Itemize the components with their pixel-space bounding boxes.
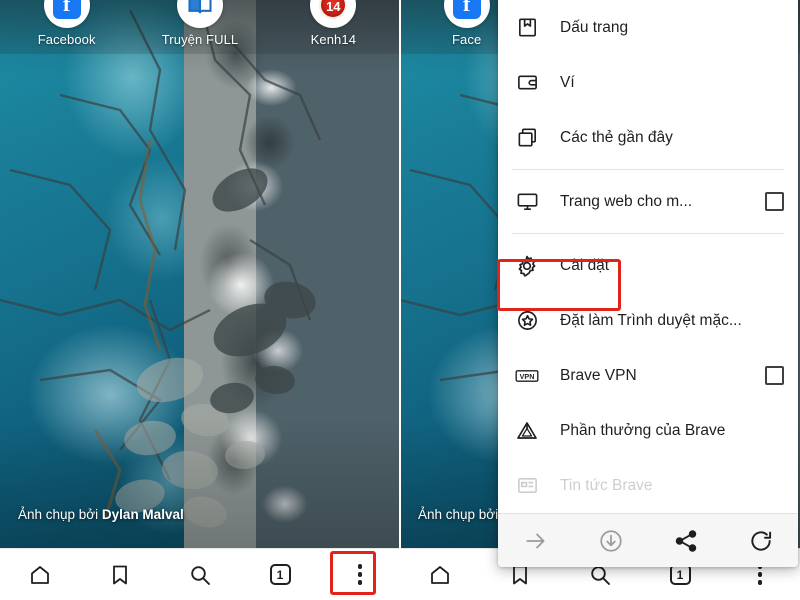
bookmark-ribbon-icon (514, 15, 540, 41)
menu-item-brave-news[interactable]: Tin tức Brave (498, 458, 798, 513)
nav-menu-button[interactable] (320, 549, 400, 600)
menu-item-set-default-browser[interactable]: Đặt làm Trình duyệt mặc... (498, 293, 798, 348)
home-icon (28, 563, 52, 587)
menu-item-settings[interactable]: Cài đặt (498, 238, 798, 293)
right-phone-screen: f Face Ảnh chụp bởi Dấu trang Ví Các thẻ… (400, 0, 800, 600)
menu-item-label: Cài đặt (560, 256, 610, 274)
nav-search-button[interactable] (160, 549, 240, 600)
menu-item-label: Brave VPN (560, 366, 637, 384)
nav-home-button[interactable] (0, 549, 80, 600)
home-shortcut-label: Kenh14 (310, 32, 357, 47)
reload-icon (748, 528, 774, 554)
photo-credit-right: Ảnh chụp bởi (418, 507, 498, 522)
facebook-icon: f (43, 0, 90, 28)
menu-item-wallet[interactable]: Ví (498, 55, 798, 110)
menu-item-label: Phần thưởng của Brave (560, 421, 726, 439)
home-shortcut-kenh14[interactable]: 14 Kenh14 (267, 0, 400, 54)
menu-item-brave-rewards[interactable]: Phần thưởng của Brave (498, 403, 798, 458)
search-icon (188, 563, 212, 587)
desktop-site-checkbox[interactable] (765, 192, 784, 211)
menu-item-desktop-site[interactable]: Trang web cho m... (498, 174, 798, 229)
kebab-menu-icon (757, 564, 763, 585)
menu-item-label: Tin tức Brave (560, 476, 653, 494)
bookmark-icon (108, 563, 132, 587)
photo-credit: Ảnh chụp bởi Dylan Malval (18, 507, 184, 522)
kebab-menu-icon (357, 564, 363, 585)
overflow-menu-toolbar (498, 513, 798, 567)
book-icon (176, 0, 223, 28)
recent-tabs-icon (514, 125, 540, 151)
arrow-forward-icon (523, 528, 549, 554)
left-phone-screen: f Facebook Truyện FULL 14 Kenh14 Ảnh chụ… (0, 0, 400, 600)
news-icon (514, 473, 540, 499)
screenshot-root: f Facebook Truyện FULL 14 Kenh14 Ảnh chụ… (0, 0, 800, 600)
nav-bookmarks-button[interactable] (80, 549, 160, 600)
home-icon (428, 563, 452, 587)
overflow-menu: Dấu trang Ví Các thẻ gần đây Trang web c… (498, 0, 798, 567)
home-shortcut-label: Facebook (37, 32, 96, 47)
download-button[interactable] (573, 514, 648, 568)
facebook-icon: f (443, 0, 490, 28)
home-shortcut-facebook[interactable]: f Facebook (0, 0, 133, 54)
gear-icon (514, 253, 540, 279)
tab-counter-icon: 1 (269, 564, 291, 585)
photo-credit-author: Dylan Malval (101, 507, 184, 522)
nav-tabs-button[interactable]: 1 (240, 549, 320, 600)
menu-item-brave-vpn[interactable]: VPN Brave VPN (498, 348, 798, 403)
wallet-icon (514, 70, 540, 96)
home-shortcut-label: Truyện FULL (161, 32, 239, 47)
desktop-site-icon (514, 189, 540, 215)
share-icon (673, 528, 699, 554)
menu-item-recent-tabs[interactable]: Các thẻ gần đây (498, 110, 798, 165)
menu-item-label: Dấu trang (560, 18, 629, 36)
wallpaper-aerial-coast (0, 0, 400, 548)
menu-item-label: Ví (560, 73, 575, 91)
reload-button[interactable] (723, 514, 798, 568)
bottom-navbar: 1 (0, 548, 400, 600)
forward-button[interactable] (498, 514, 573, 568)
menu-separator (512, 233, 784, 234)
photo-credit-prefix: Ảnh chụp bởi (418, 507, 499, 522)
download-circle-icon (598, 528, 624, 554)
kenh14-icon: 14 (310, 0, 357, 28)
home-shortcut-row: f Facebook Truyện FULL 14 Kenh14 (0, 0, 400, 54)
svg-text:VPN: VPN (520, 371, 535, 380)
menu-item-label: Các thẻ gần đây (560, 128, 673, 146)
home-shortcut-label: Face (452, 32, 482, 47)
share-button[interactable] (648, 514, 723, 568)
tab-counter-icon: 1 (669, 564, 691, 585)
vpn-icon: VPN (514, 363, 540, 389)
menu-item-bookmarks[interactable]: Dấu trang (498, 0, 798, 55)
nav-home-button[interactable] (400, 549, 480, 600)
home-shortcut-truyenfull[interactable]: Truyện FULL (133, 0, 266, 54)
overflow-menu-list[interactable]: Dấu trang Ví Các thẻ gần đây Trang web c… (498, 0, 798, 513)
menu-separator (512, 169, 784, 170)
menu-item-label: Đặt làm Trình duyệt mặc... (560, 311, 742, 329)
panel-divider (399, 0, 401, 600)
menu-item-label: Trang web cho m... (560, 192, 693, 210)
brave-triangle-icon (514, 418, 540, 444)
brave-vpn-checkbox[interactable] (765, 366, 784, 385)
star-badge-icon (514, 308, 540, 334)
photo-credit-prefix: Ảnh chụp bởi (18, 507, 99, 522)
